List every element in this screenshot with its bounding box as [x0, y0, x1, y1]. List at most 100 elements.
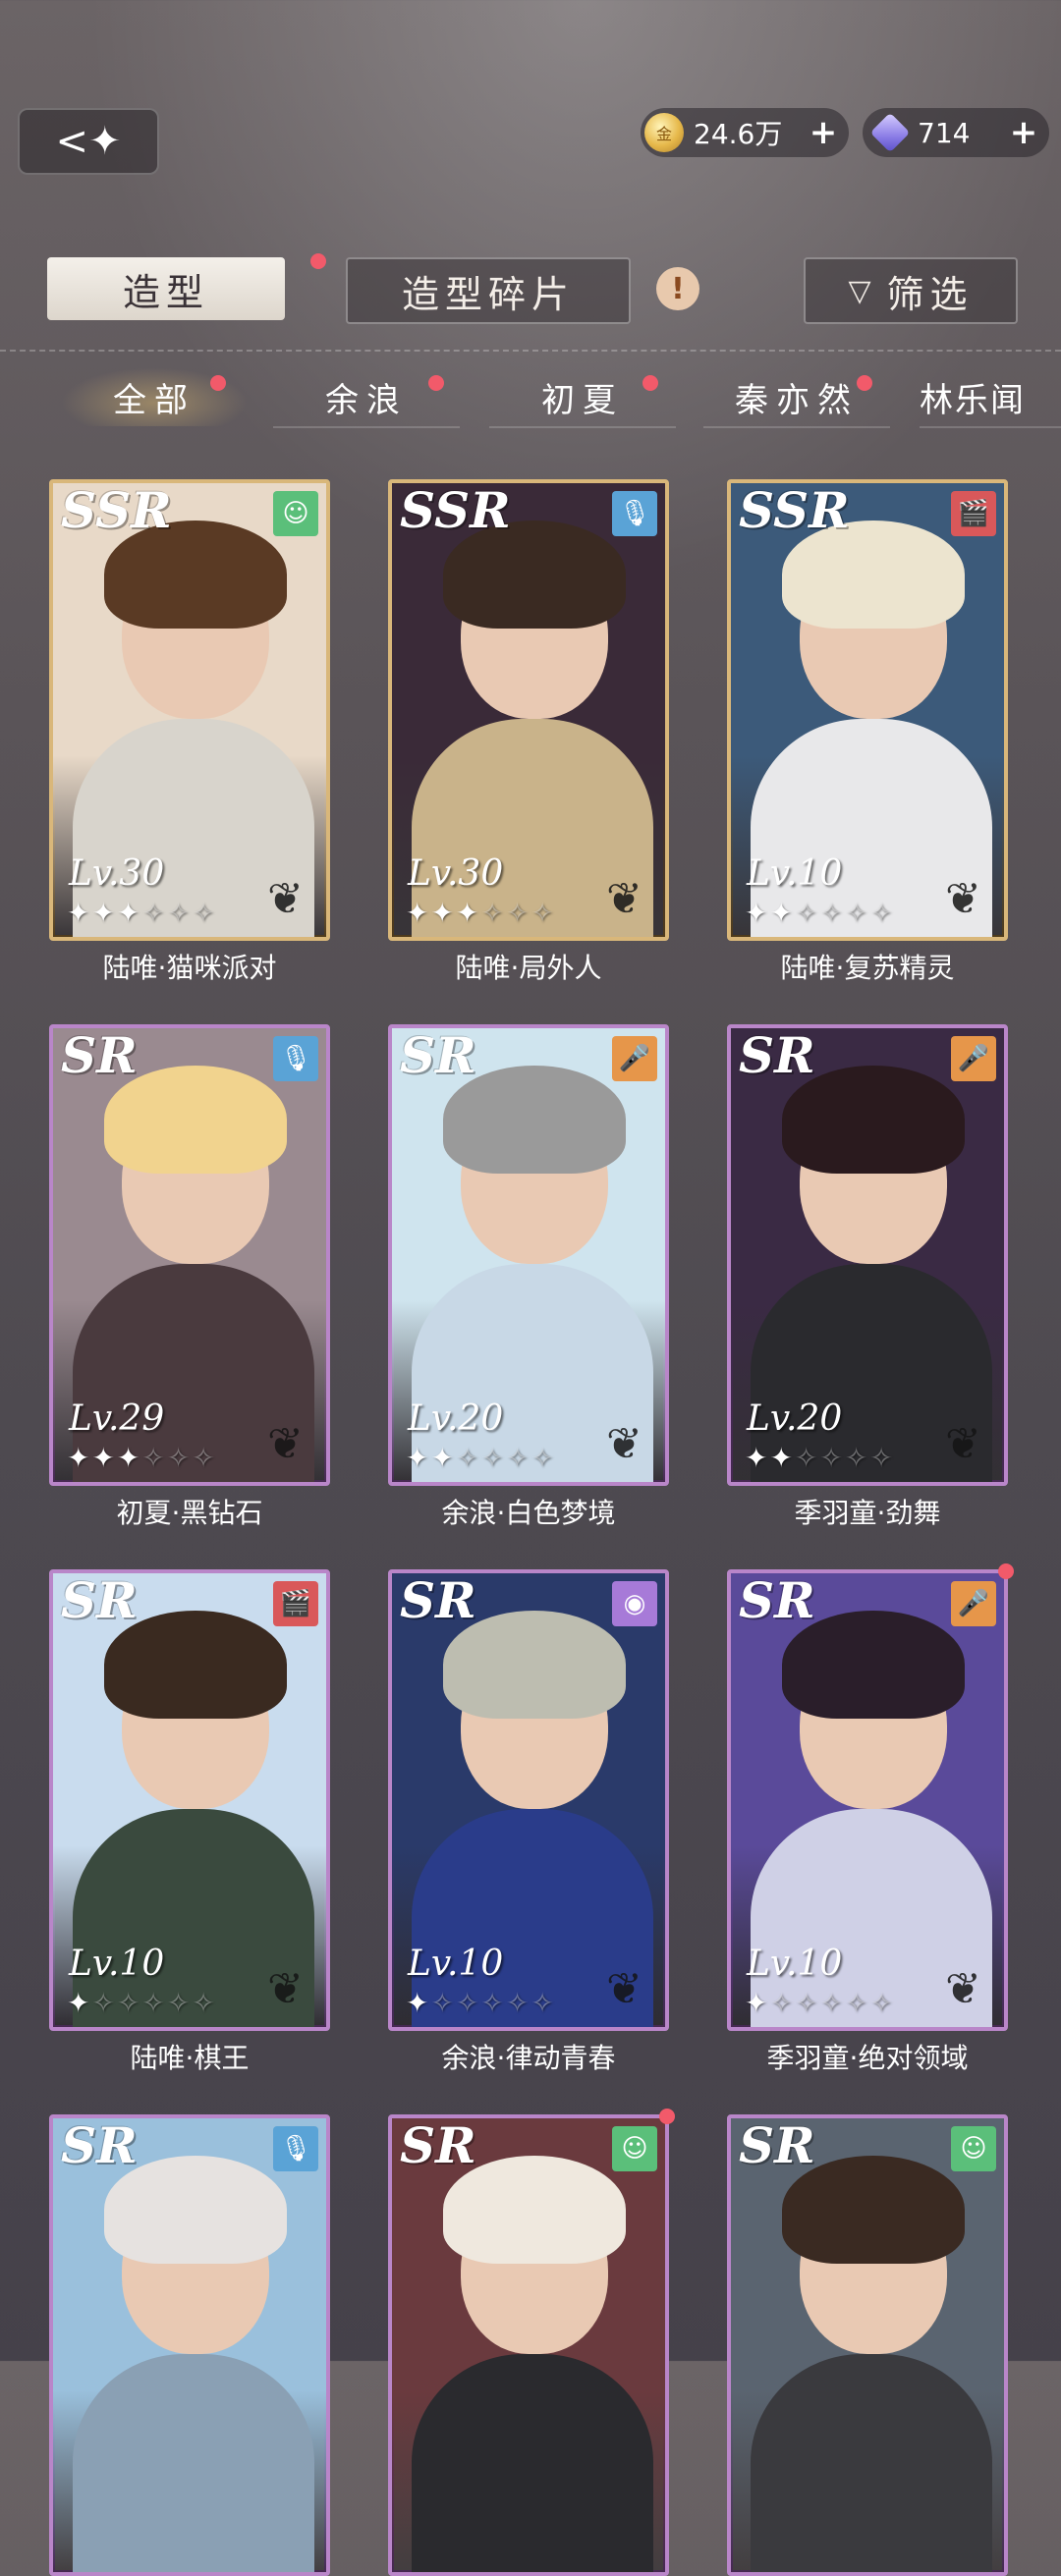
outfit-card[interactable]: SSR ☺ Lv.30 ✦✦✦✧✧✧ ❦ [49, 479, 330, 941]
card-portrait [731, 2118, 1004, 2572]
rarity-label: SR [61, 1571, 138, 1629]
rarity-label: SR [61, 2116, 138, 2174]
outfit-name: 陆唯·猫咪派对 [102, 952, 277, 984]
tab-shards-label: 造型碎片 [401, 272, 575, 316]
outfit-name: 陆唯·局外人 [455, 952, 602, 984]
star-rating: ✦✧✧✧✧✧ [67, 1987, 217, 2019]
filter-label: 筛选 [886, 272, 974, 316]
star-rating: ✦✦✦✧✧✧ [406, 897, 556, 929]
gold-coin-icon: 金 [644, 113, 684, 152]
outfit-card[interactable]: SR 🎙 Lv.29 ✦✦✦✧✧✧ ❦ [49, 1024, 330, 1486]
portrait-body [751, 2354, 992, 2572]
outfit-card[interactable]: SR 🎤 Lv.20 ✦✦✧✧✧✧ ❦ [388, 1024, 669, 1486]
outfit-card[interactable]: SSR 🎙 Lv.30 ✦✦✦✧✧✧ ❦ [388, 479, 669, 941]
gem-icon [869, 112, 911, 153]
rarity-label: SR [400, 1571, 476, 1629]
outfit-card[interactable]: SR ☺ [727, 2114, 1008, 2576]
rarity-label: SR [739, 2116, 815, 2174]
outfit-card[interactable]: SR 🎬 Lv.10 ✦✧✧✧✧✧ ❦ [49, 1569, 330, 2031]
leaf-emblem-icon: ❦ [606, 874, 642, 924]
star-rating: ✦✧✧✧✧✧ [406, 1987, 556, 2019]
star-rating: ✦✦✧✧✧✧ [406, 1442, 556, 1474]
star-rating: ✦✦✧✧✧✧ [745, 1442, 895, 1474]
notification-dot [659, 2109, 675, 2124]
gold-value: 24.6万 [694, 118, 783, 150]
leaf-emblem-icon: ❦ [606, 1419, 642, 1469]
handmic-icon: 🎤 [612, 1036, 657, 1081]
leaf-emblem-icon: ❦ [267, 1419, 304, 1469]
outfit-name: 季羽童·绝对领域 [766, 2042, 969, 2074]
clapper-icon: 🎬 [951, 491, 996, 536]
tab-outfit[interactable]: 造型 [47, 257, 285, 320]
leaf-emblem-icon: ❦ [606, 1964, 642, 2014]
outfit-card[interactable]: SR ☺ [388, 2114, 669, 2576]
outfit-card[interactable]: SR 🎤 Lv.10 ✦✧✧✧✧✧ ❦ [727, 1569, 1008, 2031]
char-tab-label: 林乐闻 [920, 380, 1026, 420]
outfit-card[interactable]: SR ◉ Lv.10 ✦✧✧✧✧✧ ❦ [388, 1569, 669, 2031]
back-arrow-icon: <✦ [55, 119, 122, 164]
level-label: Lv.10 [69, 1944, 165, 1984]
smile-icon: ☺ [273, 491, 318, 536]
card-portrait [392, 2118, 665, 2572]
star-rating: ✦✧✧✧✧✧ [745, 1987, 895, 2019]
outfit-card[interactable]: SR 🎙 [49, 2114, 330, 2576]
smile-icon: ☺ [951, 2126, 996, 2171]
gem-value: 714 [918, 116, 971, 149]
portrait-body [73, 2354, 314, 2572]
filter-icon: ▽ [848, 273, 877, 308]
level-label: Lv.10 [747, 1944, 843, 1984]
rarity-label: SSR [739, 481, 850, 539]
rarity-label: SR [400, 1026, 476, 1084]
outfit-card[interactable]: SSR 🎬 Lv.10 ✦✦✧✧✧✧ ❦ [727, 479, 1008, 941]
level-label: Lv.30 [69, 853, 165, 894]
outfit-name: 陆唯·复苏精灵 [780, 952, 955, 984]
level-label: Lv.30 [408, 853, 504, 894]
star-rating: ✦✦✦✧✧✧ [67, 1442, 217, 1474]
level-label: Lv.10 [747, 853, 843, 894]
camera-icon: ◉ [612, 1581, 657, 1626]
card-portrait [53, 2118, 326, 2572]
notification-dot [210, 375, 226, 391]
leaf-emblem-icon: ❦ [267, 874, 304, 924]
outfit-name: 陆唯·棋王 [130, 2042, 250, 2074]
leaf-emblem-icon: ❦ [945, 1964, 981, 2014]
rarity-label: SR [739, 1571, 815, 1629]
rarity-label: SR [61, 1026, 138, 1084]
notification-dot [642, 375, 658, 391]
add-gem-button[interactable]: + [1004, 113, 1043, 152]
clapper-icon: 🎬 [273, 1581, 318, 1626]
level-label: Lv.20 [408, 1398, 504, 1439]
notification-dot [310, 253, 326, 269]
mic-icon: 🎙 [273, 2126, 318, 2171]
char-tab-linlewen[interactable]: 林乐闻 [920, 367, 1061, 428]
gem-currency: 714 + [863, 108, 1049, 157]
leaf-emblem-icon: ❦ [945, 874, 981, 924]
add-gold-button[interactable]: + [804, 113, 843, 152]
portrait-body [412, 2354, 653, 2572]
mic-icon: 🎙 [612, 491, 657, 536]
rarity-label: SR [739, 1026, 815, 1084]
tab-outfit-label: 造型 [122, 270, 209, 314]
outfit-name: 余浪·律动青春 [441, 2042, 616, 2074]
info-icon[interactable]: ! [656, 267, 699, 310]
gold-currency: 金 24.6万 + [641, 108, 849, 157]
leaf-emblem-icon: ❦ [945, 1419, 981, 1469]
outfit-name: 余浪·白色梦境 [441, 1497, 616, 1529]
filter-button[interactable]: ▽ 筛选 [804, 257, 1018, 324]
rarity-label: SSR [61, 481, 172, 539]
tab-outfit-shards[interactable]: 造型碎片 [346, 257, 631, 324]
leaf-emblem-icon: ❦ [267, 1964, 304, 2014]
notification-dot [998, 1563, 1014, 1579]
char-tab-label: 全部 [113, 380, 195, 420]
mic-icon: 🎙 [273, 1036, 318, 1081]
divider [0, 350, 1061, 352]
notification-dot [857, 375, 872, 391]
notification-dot [428, 375, 444, 391]
rarity-label: SSR [400, 481, 511, 539]
char-tab-label: 秦亦然 [735, 380, 859, 420]
char-tab-label: 初夏 [541, 380, 624, 420]
outfit-card[interactable]: SR 🎤 Lv.20 ✦✦✧✧✧✧ ❦ [727, 1024, 1008, 1486]
star-rating: ✦✦✦✧✧✧ [67, 897, 217, 929]
back-button[interactable]: <✦ [18, 108, 159, 175]
rarity-label: SR [400, 2116, 476, 2174]
